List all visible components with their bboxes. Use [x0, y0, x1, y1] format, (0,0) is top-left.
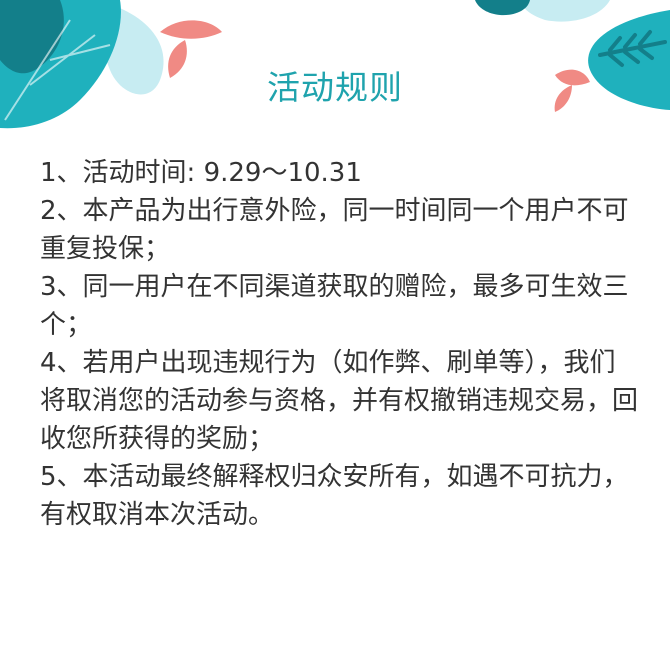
- rules-card: 活动规则 1、活动时间: 9.29～10.31 2、本产品为出行意外险，同一时间…: [0, 0, 670, 664]
- rule-item-2: 2、本产品为出行意外险，同一时间同一个用户不可重复投保；: [40, 196, 629, 264]
- rule-item-4: 4、若用户出现违规行为（如作弊、刷单等），我们将取消您的活动参与资格，并有权撤销…: [40, 348, 639, 454]
- rule-item-5: 5、本活动最终解释权归众安所有，如遇不可抗力，有权取消本次活动。: [40, 462, 629, 530]
- leaf-light-shape: [520, 0, 610, 22]
- rule-item-1: 1、活动时间: 9.29～10.31: [40, 158, 362, 188]
- rules-list: 1、活动时间: 9.29～10.31 2、本产品为出行意外险，同一时间同一个用户…: [40, 154, 640, 534]
- page-title: 活动规则: [267, 68, 403, 107]
- rule-item-3: 3、同一用户在不同渠道获取的赠险，最多可生效三个；: [40, 272, 629, 340]
- leaf-dark-shape: [475, 0, 530, 16]
